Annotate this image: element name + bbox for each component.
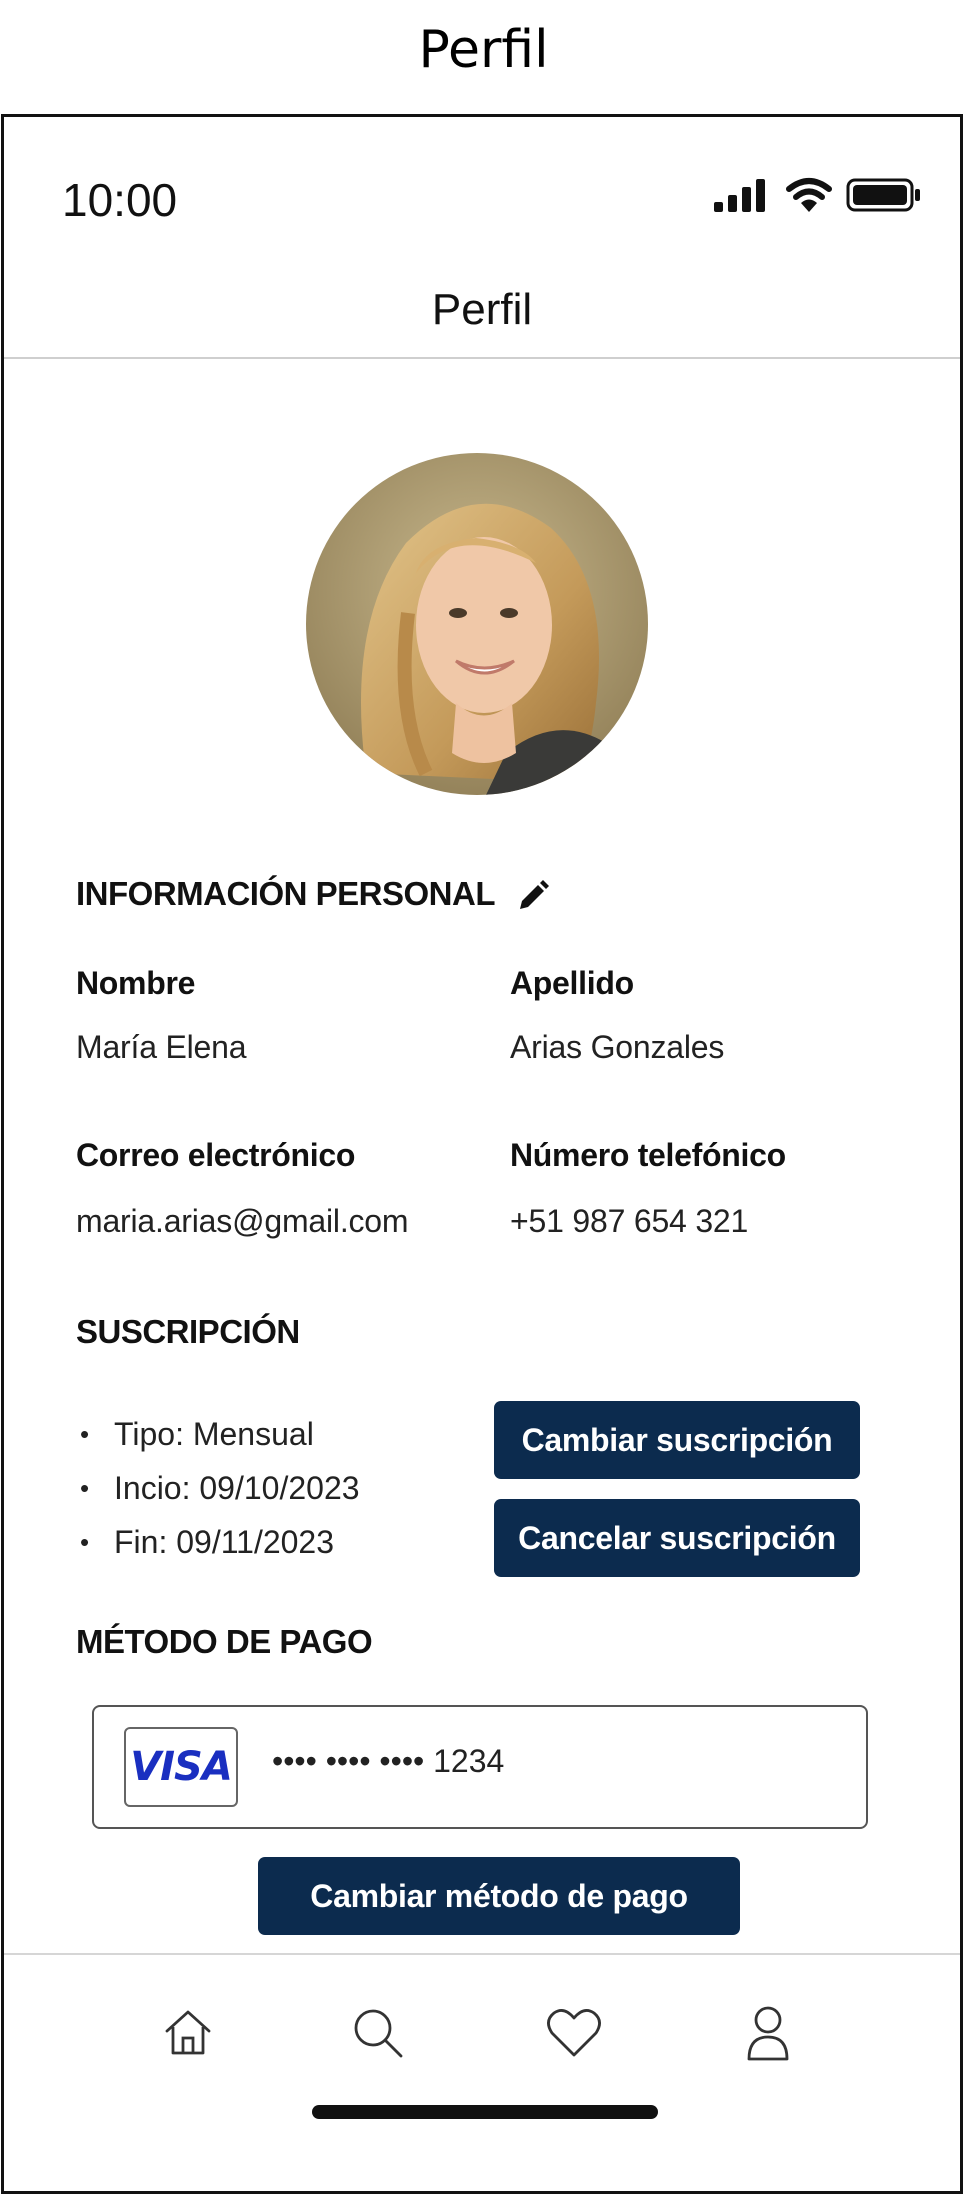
status-icons [712, 173, 922, 221]
battery-icon [846, 177, 922, 218]
wifi-icon [786, 177, 832, 218]
phone-frame: 10:00 Perfil INFORMACIÓN PERSONAL Nombre… [1, 114, 963, 2194]
heart-icon[interactable] [544, 2003, 604, 2063]
signal-icon [712, 178, 772, 217]
first-name-label: Nombre [76, 965, 196, 1001]
first-name-value: María Elena [76, 1029, 247, 1065]
phone-value: +51 987 654 321 [510, 1203, 749, 1239]
card-number: •••• •••• •••• 1234 [272, 1743, 505, 1779]
search-icon[interactable] [348, 2003, 408, 2063]
payment-card: VISA •••• •••• •••• 1234 [92, 1705, 868, 1829]
subscription-type: Tipo: Mensual [78, 1407, 360, 1461]
cancel-subscription-button[interactable]: Cancelar suscripción [494, 1499, 860, 1577]
last-name-label: Apellido [510, 965, 634, 1001]
avatar [306, 453, 648, 795]
email-label: Correo electrónico [76, 1137, 356, 1173]
phone-label: Número telefónico [510, 1137, 786, 1173]
personal-info-title: INFORMACIÓN PERSONAL [76, 875, 496, 912]
user-icon[interactable] [738, 2003, 798, 2063]
payment-method-title: MÉTODO DE PAGO [76, 1623, 373, 1660]
email-value: maria.arias@gmail.com [76, 1203, 409, 1239]
page-caption: Perfil [418, 20, 549, 80]
screen-title: Perfil [431, 285, 533, 334]
header-divider [4, 357, 960, 359]
subscription-start: Incio: 09/10/2023 [78, 1461, 360, 1515]
nav-divider [4, 1953, 960, 1955]
pencil-icon[interactable] [516, 879, 550, 913]
last-name-value: Arias Gonzales [510, 1029, 725, 1065]
home-indicator [312, 2105, 658, 2119]
subscription-details: Tipo: Mensual Incio: 09/10/2023 Fin: 09/… [78, 1407, 360, 1569]
subscription-end: Fin: 09/11/2023 [78, 1515, 360, 1569]
home-icon[interactable] [158, 2003, 218, 2063]
change-payment-method-button[interactable]: Cambiar método de pago [258, 1857, 740, 1935]
status-time: 10:00 [62, 174, 178, 226]
subscription-title: SUSCRIPCIÓN [76, 1313, 300, 1350]
change-subscription-button[interactable]: Cambiar suscripción [494, 1401, 860, 1479]
visa-logo: VISA [124, 1727, 238, 1807]
